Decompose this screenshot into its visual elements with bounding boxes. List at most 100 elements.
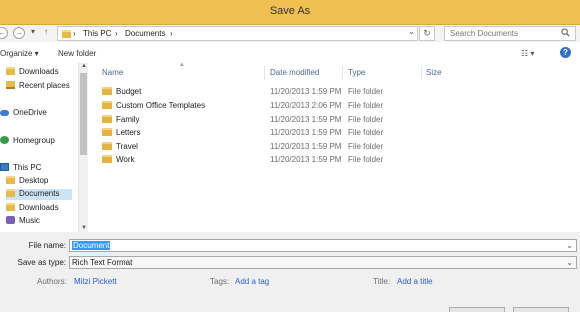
column-header-type[interactable]: Type xyxy=(348,68,365,77)
sidebar-item-downloads[interactable]: Downloads xyxy=(6,67,59,78)
column-header-name[interactable]: Name xyxy=(102,68,123,77)
recent-locations-button[interactable]: ▾ xyxy=(31,27,35,36)
breadcrumb-this-pc[interactable]: This PC xyxy=(83,29,111,38)
breadcrumb-documents[interactable]: Documents xyxy=(125,29,165,38)
column-header-date[interactable]: Date modified xyxy=(270,68,319,77)
title-bar: Save As xyxy=(0,0,580,25)
homegroup-icon xyxy=(0,136,9,144)
column-divider[interactable] xyxy=(264,66,265,80)
authors-value[interactable]: Mitzi Pickett xyxy=(74,277,117,286)
folder-icon xyxy=(102,142,112,150)
search-box[interactable] xyxy=(444,26,576,41)
sidebar-item-music[interactable]: Music xyxy=(6,216,40,227)
file-name-label: File name: xyxy=(28,241,66,250)
file-row[interactable]: Letters 11/20/2013 1:59 PM File folder xyxy=(92,126,578,139)
file-row[interactable]: Family 11/20/2013 1:59 PM File folder xyxy=(92,113,578,126)
back-button[interactable]: ← xyxy=(0,27,8,39)
column-header-size[interactable]: Size xyxy=(426,68,442,77)
sort-ascending-icon: ▲ xyxy=(179,62,185,68)
save-type-value: Rich Text Format xyxy=(72,258,133,267)
up-button[interactable]: ↑ xyxy=(44,27,48,36)
file-name-field[interactable]: Document ⌄ xyxy=(69,239,577,252)
file-type: File folder xyxy=(348,155,384,164)
column-divider[interactable] xyxy=(421,66,422,80)
file-row[interactable]: Work 11/20/2013 1:59 PM File folder xyxy=(92,153,578,166)
file-name-value[interactable]: Document xyxy=(72,241,111,250)
file-type: File folder xyxy=(348,142,384,151)
organize-button[interactable]: Organize ▾ xyxy=(0,49,39,58)
navigation-pane: Downloads Recent places OneDrive Homegro… xyxy=(0,63,89,232)
sidebar-item-onedrive[interactable]: OneDrive xyxy=(0,108,47,119)
new-folder-button[interactable]: New folder xyxy=(58,49,96,58)
view-options-button[interactable]: ☷ ▾ xyxy=(521,49,534,58)
save-type-dropdown-icon[interactable]: ⌄ xyxy=(566,258,573,267)
save-button[interactable] xyxy=(449,307,505,312)
tags-value[interactable]: Add a tag xyxy=(235,277,269,286)
cancel-button[interactable] xyxy=(513,307,569,312)
file-type: File folder xyxy=(348,87,384,96)
folder-icon xyxy=(6,176,15,184)
computer-icon xyxy=(0,163,9,171)
scrollbar-thumb[interactable] xyxy=(80,73,87,155)
file-date: 11/20/2013 1:59 PM xyxy=(270,128,342,137)
file-name: Travel xyxy=(116,142,138,151)
folder-icon xyxy=(102,128,112,136)
file-name: Letters xyxy=(116,128,141,137)
scroll-up-icon[interactable]: ▲ xyxy=(80,63,88,69)
music-icon xyxy=(6,216,15,224)
scroll-down-icon[interactable]: ▼ xyxy=(80,225,88,231)
window-title: Save As xyxy=(269,5,311,17)
save-type-select[interactable]: Rich Text Format ⌄ xyxy=(69,256,577,269)
forward-button[interactable]: → xyxy=(13,27,25,39)
file-type: File folder xyxy=(348,128,384,137)
file-row[interactable]: Travel 11/20/2013 1:59 PM File folder xyxy=(92,140,578,153)
breadcrumb-separator-icon: › xyxy=(170,29,173,38)
folder-icon xyxy=(102,87,112,95)
save-type-label: Save as type: xyxy=(17,258,66,267)
column-divider[interactable] xyxy=(342,66,343,80)
breadcrumb-separator-icon: › xyxy=(73,29,76,38)
help-icon[interactable]: ? xyxy=(560,47,571,58)
authors-label: Authors: xyxy=(37,277,67,286)
title-value[interactable]: Add a title xyxy=(397,277,433,286)
folder-icon xyxy=(62,30,71,38)
search-icon[interactable] xyxy=(561,28,570,37)
file-date: 11/20/2013 1:59 PM xyxy=(270,115,342,124)
file-name: Family xyxy=(116,115,140,124)
folder-icon xyxy=(6,203,15,211)
address-bar[interactable]: › This PC › Documents › ⌄ xyxy=(57,26,418,41)
sidebar-item-this-pc[interactable]: This PC xyxy=(0,163,41,174)
file-name: Work xyxy=(116,155,135,164)
search-input[interactable] xyxy=(445,27,555,40)
file-type: File folder xyxy=(348,101,384,110)
sidebar-item-homegroup[interactable]: Homegroup xyxy=(0,136,55,147)
refresh-button[interactable]: ↻ xyxy=(419,26,435,41)
recent-places-icon xyxy=(6,81,15,89)
sidebar-item-recent-places[interactable]: Recent places xyxy=(6,81,70,92)
folder-icon xyxy=(102,101,112,109)
folder-icon xyxy=(6,67,15,75)
file-list: ▲ Name Date modified Type Size Budget 11… xyxy=(92,62,578,232)
file-date: 11/20/2013 2:06 PM xyxy=(270,101,342,110)
file-name: Custom Office Templates xyxy=(116,101,206,110)
address-dropdown-icon[interactable]: ⌄ xyxy=(408,27,415,36)
command-bar: Organize ▾ New folder ☷ ▾ ? xyxy=(0,44,580,62)
file-date: 11/20/2013 1:59 PM xyxy=(270,155,342,164)
cloud-icon xyxy=(0,110,9,116)
file-name: Budget xyxy=(116,87,142,96)
sidebar-item-desktop[interactable]: Desktop xyxy=(6,176,48,187)
file-row[interactable]: Budget 11/20/2013 1:59 PM File folder xyxy=(92,85,578,98)
folder-icon xyxy=(102,115,112,123)
sidebar-scrollbar[interactable]: ▲ ▼ xyxy=(78,63,88,232)
file-date: 11/20/2013 1:59 PM xyxy=(270,87,342,96)
folder-icon xyxy=(6,189,15,197)
folder-icon xyxy=(102,155,112,163)
tags-label: Tags: xyxy=(210,277,230,286)
title-label: Title: xyxy=(373,277,391,286)
file-name-dropdown-icon[interactable]: ⌄ xyxy=(566,241,573,250)
file-type: File folder xyxy=(348,115,384,124)
breadcrumb-separator-icon: › xyxy=(115,29,118,38)
file-row[interactable]: Custom Office Templates 11/20/2013 2:06 … xyxy=(92,99,578,112)
sidebar-item-downloads-2[interactable]: Downloads xyxy=(6,203,59,214)
sidebar-item-documents[interactable]: Documents xyxy=(6,189,72,200)
